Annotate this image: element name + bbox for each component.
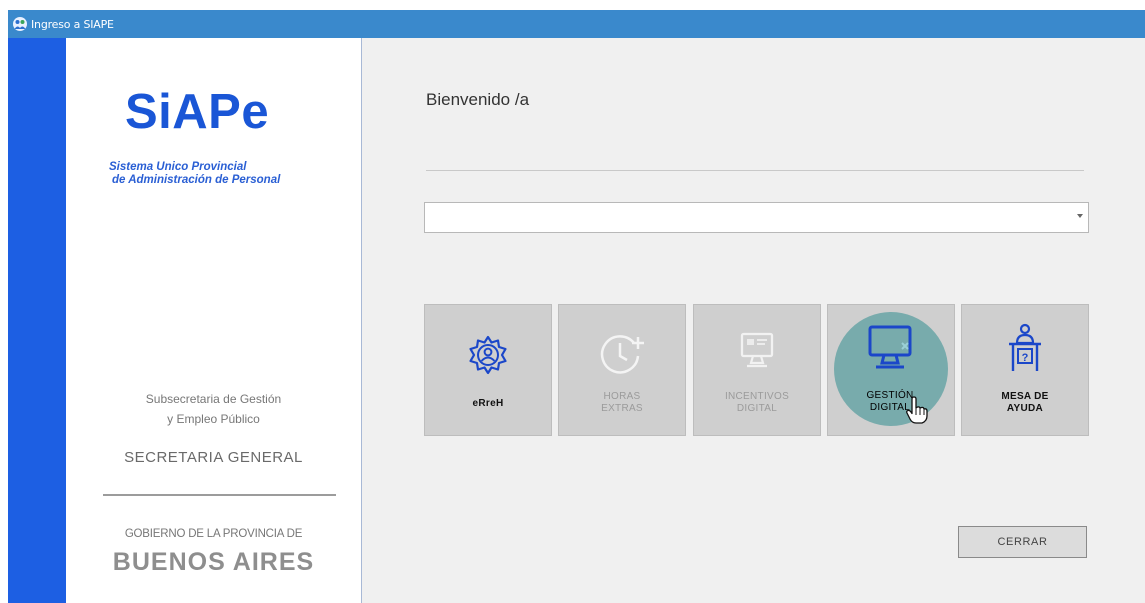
siape-window: Ingreso a SIAPE SiAPe Sistema Unico Prov…: [8, 10, 1145, 603]
tile-erreh-label: eRreH: [472, 398, 504, 409]
title-bar: Ingreso a SIAPE: [8, 10, 1145, 38]
monitor-icon: [694, 331, 820, 371]
tile-incentivos-label: INCENTIVOS DIGITAL: [724, 391, 790, 414]
app-icon: [12, 16, 28, 32]
computer-icon: [827, 323, 953, 373]
welcome-label: Bienvenido /a: [426, 90, 530, 109]
clock-plus-icon: [559, 331, 685, 377]
close-button[interactable]: CERRAR: [958, 526, 1087, 558]
dropdown-arrow-icon[interactable]: [1077, 214, 1083, 218]
tile-mesa-de-ayuda[interactable]: ? MESA DE AYUDA: [961, 304, 1089, 436]
tile-erreh[interactable]: eRreH: [424, 304, 552, 436]
tile-gestion-digital-content[interactable]: GESTIÓN DIGITAL: [827, 304, 955, 436]
logo-subtitle: Sistema Unico Provincial de Administraci…: [109, 161, 280, 187]
tile-incentivos-digital[interactable]: INCENTIVOS DIGITAL: [693, 304, 821, 436]
separator-line: [426, 170, 1084, 171]
hand-cursor-icon: [905, 396, 929, 429]
secretaria-general: SECRETARIA GENERAL: [124, 449, 303, 466]
siape-logo: SiAPe: [125, 85, 270, 139]
logo-subtitle-line1: Sistema Unico Provincial: [109, 161, 247, 173]
tile-horas-extras-label: HORAS EXTRAS: [601, 391, 643, 414]
buenos-aires-text: BUENOS AIRES: [112, 548, 315, 576]
gear-user-icon: [425, 335, 551, 375]
svg-text:?: ?: [1022, 352, 1029, 364]
profile-combobox[interactable]: [424, 202, 1089, 233]
tile-mesa-label: MESA DE AYUDA: [1001, 391, 1049, 414]
subsecretaria-line1: Subsecretaria de Gestión: [145, 392, 282, 406]
help-desk-icon: ?: [962, 323, 1088, 375]
subsecretaria-line2: y Empleo Público: [167, 412, 260, 426]
side-strip: [8, 38, 66, 603]
left-panel: SiAPe Sistema Unico Provincial de Admini…: [66, 38, 362, 603]
tile-horas-extras[interactable]: HORAS EXTRAS: [558, 304, 686, 436]
tile-gestion-label: GESTIÓN DIGITAL: [866, 390, 914, 413]
subsecretaria-text: Subsecretaria de Gestión y Empleo Públic…: [66, 389, 361, 429]
logo-subtitle-line2: de Administración de Personal: [112, 174, 281, 186]
left-divider: [103, 494, 336, 496]
window-title: Ingreso a SIAPE: [31, 17, 114, 31]
gobierno-text: GOBIERNO DE LA PROVINCIA DE: [124, 528, 303, 540]
